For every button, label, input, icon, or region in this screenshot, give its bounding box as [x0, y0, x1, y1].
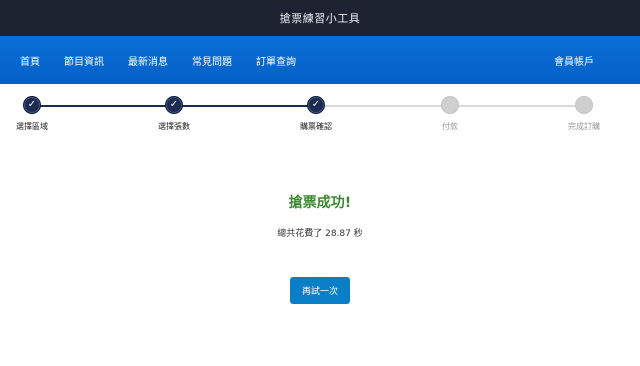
nav-item-faq[interactable]: 常見問題	[192, 53, 232, 68]
elapsed-time-text: 總共花費了 28.87 秒	[277, 229, 363, 239]
nav-item-member-account[interactable]: 會員帳戶	[554, 36, 594, 84]
app-header: 搶票練習小工具	[0, 0, 640, 36]
retry-container: 再試一次	[0, 277, 640, 304]
step-label: 選擇區域	[16, 122, 48, 131]
step-label: 付款	[442, 122, 458, 131]
main-nav: 首頁 節目資訊 最新消息 常見問題 訂單查詢 會員帳戶	[0, 36, 640, 84]
check-icon: ✓	[169, 99, 179, 110]
check-icon: ✓	[27, 99, 37, 110]
step-circle	[575, 96, 593, 114]
nav-item-programs[interactable]: 節目資訊	[64, 53, 104, 68]
nav-item-home[interactable]: 首頁	[20, 53, 40, 68]
step-complete-order: 完成訂購	[544, 96, 624, 132]
success-title: 搶票成功!	[288, 195, 352, 211]
step-select-area: ✓ 選擇區域	[0, 96, 72, 132]
result-panel: 搶票成功! 總共花費了 28.87 秒	[0, 192, 640, 239]
step-circle: ✓	[307, 96, 325, 114]
app-title: 搶票練習小工具	[279, 12, 361, 25]
nav-item-order-lookup[interactable]: 訂單查詢	[256, 53, 296, 68]
step-confirm-purchase: ✓ 購票確認	[276, 96, 356, 132]
progress-stepper: ✓ 選擇區域 ✓ 選擇張數 ✓ 購票確認 付款 完成訂購	[0, 96, 640, 152]
step-select-quantity: ✓ 選擇張數	[134, 96, 214, 132]
step-label: 購票確認	[300, 122, 332, 131]
retry-button[interactable]: 再試一次	[289, 277, 350, 304]
step-label: 完成訂購	[568, 122, 600, 131]
step-circle	[441, 96, 459, 114]
step-circle: ✓	[23, 96, 41, 114]
step-payment: 付款	[410, 96, 490, 132]
step-label: 選擇張數	[158, 122, 190, 131]
check-icon: ✓	[311, 99, 321, 110]
step-circle: ✓	[165, 96, 183, 114]
nav-item-news[interactable]: 最新消息	[128, 53, 168, 68]
